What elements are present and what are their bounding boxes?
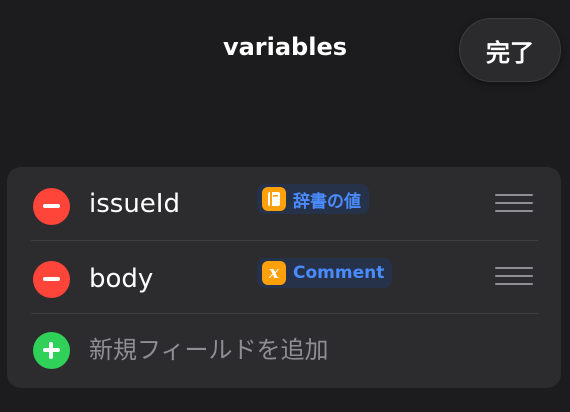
field-value-label: 辞書の値 <box>293 191 361 212</box>
minus-icon <box>43 204 60 208</box>
field-row: body x Comment <box>7 240 561 313</box>
variable-x-icon: x <box>262 261 286 285</box>
remove-field-button[interactable] <box>33 261 70 298</box>
drag-handle-icon[interactable] <box>495 193 533 215</box>
add-field-row[interactable]: 新規フィールドを追加 <box>7 313 561 388</box>
field-key[interactable]: issueId <box>89 189 180 219</box>
fields-card: issueId 辞書の値 body x Comment 新規フィールドを追加 <box>7 167 561 388</box>
dictionary-icon <box>262 187 286 211</box>
drag-handle-icon[interactable] <box>495 266 533 288</box>
remove-field-button[interactable] <box>33 188 70 225</box>
field-key[interactable]: body <box>89 264 153 294</box>
add-field-label[interactable]: 新規フィールドを追加 <box>89 335 329 365</box>
field-value-label: Comment <box>293 263 385 283</box>
done-button[interactable]: 完了 <box>459 18 561 82</box>
field-value-token[interactable]: 辞書の値 <box>257 184 369 214</box>
field-value-token[interactable]: x Comment <box>257 258 393 288</box>
add-field-button[interactable] <box>33 332 70 369</box>
minus-icon <box>43 277 60 281</box>
field-row: issueId 辞書の値 <box>7 167 561 240</box>
